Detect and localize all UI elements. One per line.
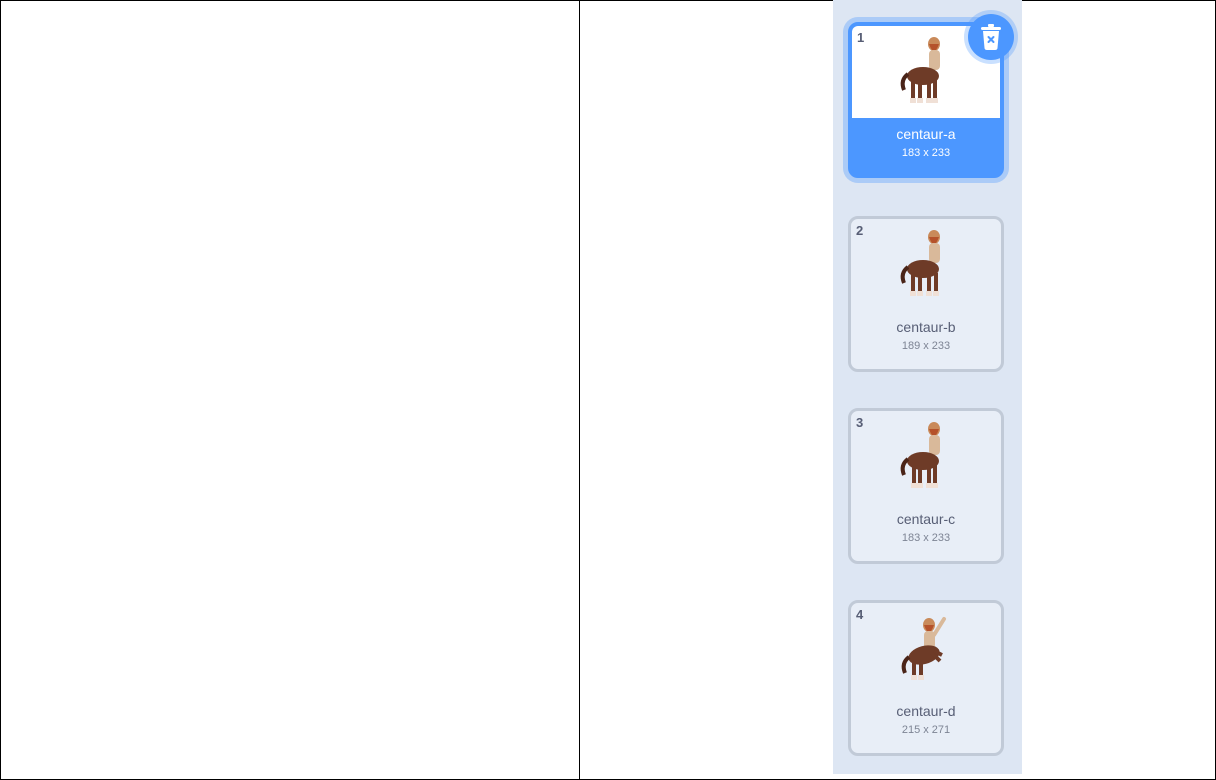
costume-tile-2[interactable]: 2 centaur-b 189 x 233 <box>848 216 1004 372</box>
costume-thumbnail <box>851 411 1001 503</box>
costume-name: centaur-a <box>896 126 956 142</box>
costume-number: 3 <box>856 415 864 430</box>
centaur-sprite-icon <box>900 230 940 296</box>
costume-name: centaur-c <box>896 511 956 527</box>
costume-name: centaur-d <box>896 703 956 719</box>
costume-name: centaur-b <box>896 319 956 335</box>
centaur-sprite-icon <box>901 617 946 680</box>
costume-thumbnail <box>851 603 1001 695</box>
centaur-sprite-icon <box>900 37 940 103</box>
costume-tile-3[interactable]: 3 centaur-c 183 x 233 <box>848 408 1004 564</box>
costume-size: 183 x 233 <box>901 532 951 544</box>
costume-number: 2 <box>856 223 864 238</box>
costume-size: 183 x 233 <box>901 147 951 159</box>
costume-tile-4[interactable]: 4 centaur-d 215 x 271 <box>848 600 1004 756</box>
trash-can-icon <box>981 24 1001 50</box>
delete-costume-button[interactable] <box>968 14 1014 60</box>
centaur-sprite-icon <box>900 422 940 488</box>
costume-size: 215 x 271 <box>901 724 951 736</box>
costume-number: 4 <box>856 607 864 622</box>
costume-number: 1 <box>857 30 865 45</box>
table-cell-left <box>0 0 580 780</box>
costume-list: 1 centaur-a 183 x 233 2 centaur-b 189 x … <box>833 0 1022 774</box>
costume-thumbnail <box>851 219 1001 311</box>
costume-size: 189 x 233 <box>901 340 951 352</box>
document-table <box>0 0 1216 780</box>
